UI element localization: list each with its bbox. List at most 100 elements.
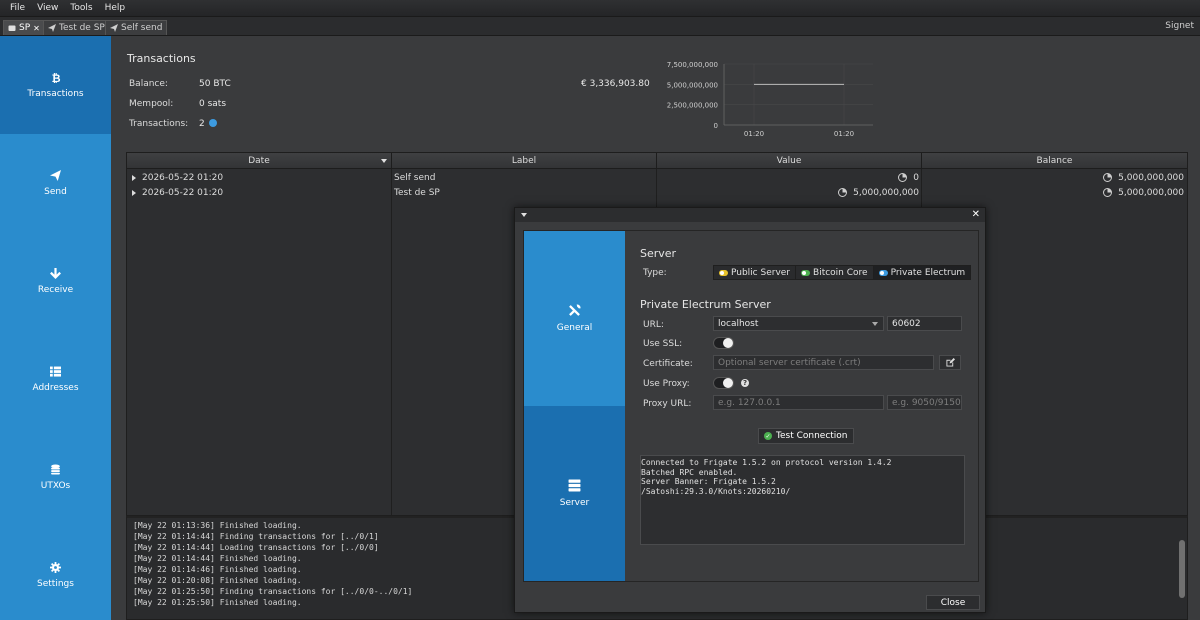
sidebar-item-settings[interactable]: Settings xyxy=(0,526,111,620)
use-proxy-toggle[interactable] xyxy=(713,377,734,389)
close-button[interactable]: Close xyxy=(926,595,980,610)
dialog-nav-general[interactable]: General xyxy=(524,231,625,406)
use-ssl-toggle[interactable] xyxy=(713,337,734,349)
send-icon xyxy=(110,24,118,32)
date-text: 2026-05-22 01:20 xyxy=(142,172,224,183)
certificate-field[interactable]: Optional server certificate (.crt) xyxy=(713,355,934,370)
date-cell: 2026-05-22 01:20 xyxy=(127,170,392,185)
dialog-nav-label: Server xyxy=(559,498,590,508)
column-header-value[interactable]: Value xyxy=(657,153,922,169)
url-value: localhost xyxy=(718,318,759,329)
transactions-count-label: Transactions: xyxy=(129,119,189,129)
column-header-label-col[interactable]: Label xyxy=(392,153,657,169)
sidebar-item-addresses[interactable]: Addresses xyxy=(0,330,111,428)
fiat-balance: € 3,336,903.80 xyxy=(581,79,650,89)
log-line: [May 22 01:14:44] Finding transactions f… xyxy=(133,532,379,541)
url-label: URL: xyxy=(643,320,664,330)
output-line: /Satoshi:29.3.0/Knots:20260210/ xyxy=(641,486,791,496)
tab-sp[interactable]: SP ✕ xyxy=(3,20,45,35)
table-row[interactable]: 2026-05-22 01:20 Self send 0 5,000,000,0… xyxy=(127,170,1187,185)
tab-label: Test de SP xyxy=(59,23,105,33)
chart-x-tick-label: 01:20 xyxy=(834,130,854,138)
log-line: [May 22 01:20:08] Finished loading. xyxy=(133,576,302,585)
list-icon xyxy=(50,366,61,377)
connection-output[interactable]: Connected to Frigate 1.5.2 on protocol v… xyxy=(640,455,965,545)
menu-tools[interactable]: Tools xyxy=(64,3,98,13)
window-menu-icon[interactable] xyxy=(521,213,527,217)
confirmation-icon xyxy=(1103,188,1113,197)
sidebar-item-transactions[interactable]: ₿ Transactions xyxy=(0,36,111,134)
sidebar-item-label: Addresses xyxy=(32,382,79,393)
log-line: [May 22 01:14:46] Finished loading. xyxy=(133,565,302,574)
menu-view[interactable]: View xyxy=(31,3,64,13)
info-icon[interactable] xyxy=(208,119,217,127)
chart-y-tick-label: 0 xyxy=(714,122,718,130)
send-icon xyxy=(50,169,61,181)
chart-y-tick-label: 7,500,000,000 xyxy=(667,61,718,69)
dialog-nav: General Server xyxy=(524,231,625,581)
tab-close-icon[interactable]: ✕ xyxy=(33,24,40,33)
url-combo[interactable]: localhost xyxy=(713,316,884,331)
sort-desc-icon xyxy=(381,159,387,163)
expand-icon[interactable] xyxy=(132,189,136,196)
page-title: Transactions xyxy=(127,52,196,65)
column-header-balance[interactable]: Balance xyxy=(922,153,1187,169)
menu-file[interactable]: File xyxy=(4,3,31,13)
tab-label: SP xyxy=(19,23,31,33)
proxy-host-field[interactable]: e.g. 127.0.0.1 xyxy=(713,395,884,410)
server-type-bitcoin-core[interactable]: Bitcoin Core xyxy=(796,266,874,279)
certificate-edit-button[interactable] xyxy=(939,355,961,370)
balance-cell: 5,000,000,000 xyxy=(922,170,1184,185)
port-field[interactable]: 60602 xyxy=(887,316,962,331)
dialog-body: General Server Server Type: Public Serve… xyxy=(523,230,979,582)
certificate-label: Certificate: xyxy=(643,359,693,369)
tab-test-de-sp[interactable]: Test de SP xyxy=(43,20,110,35)
use-proxy-label: Use Proxy: xyxy=(643,379,690,389)
dialog-nav-server[interactable]: Server xyxy=(524,406,625,581)
tab-self-send[interactable]: Self send xyxy=(105,20,168,35)
sidebar-item-receive[interactable]: Receive xyxy=(0,232,111,330)
server-type-private-electrum[interactable]: Private Electrum xyxy=(873,266,971,279)
menu-help[interactable]: Help xyxy=(99,3,132,13)
value-text: 0 xyxy=(913,172,919,183)
coins-icon xyxy=(51,463,60,475)
proxy-port-field[interactable]: e.g. 9050/9150 xyxy=(887,395,962,410)
server-heading: Server xyxy=(640,247,677,260)
help-icon[interactable]: ? xyxy=(741,379,749,387)
sidebar-item-label: Transactions xyxy=(27,88,84,99)
expand-icon[interactable] xyxy=(132,174,136,181)
sidebar-item-utxos[interactable]: UTXOs xyxy=(0,428,111,526)
private-electrum-heading: Private Electrum Server xyxy=(640,298,771,311)
log-line: [May 22 01:25:50] Finding transactions f… xyxy=(133,587,413,596)
test-connection-button[interactable]: ✓ Test Connection xyxy=(758,428,854,444)
mempool-value: 0 sats xyxy=(199,99,227,109)
sidebar-item-send[interactable]: Send xyxy=(0,134,111,232)
server-icon xyxy=(568,479,581,492)
menu-bar: File View Tools Help xyxy=(0,0,1200,17)
log-scrollbar[interactable] xyxy=(1178,520,1186,618)
type-label: Type: xyxy=(643,268,667,278)
edit-icon xyxy=(945,358,955,367)
check-icon: ✓ xyxy=(764,432,772,440)
server-type-public[interactable]: Public Server xyxy=(714,266,797,279)
chart-x-tick-label: 01:20 xyxy=(744,130,764,138)
column-header-label: Label xyxy=(511,156,537,166)
arrow-down-icon xyxy=(50,267,61,279)
log-line: [May 22 01:14:44] Loading transactions f… xyxy=(133,543,379,552)
label-cell: Test de SP xyxy=(394,187,440,198)
toggle-indicator-icon xyxy=(719,269,728,276)
column-header-date[interactable]: Date xyxy=(127,153,392,169)
dialog-close-icon[interactable]: ✕ xyxy=(972,209,980,220)
column-divider xyxy=(391,169,392,515)
server-type-selector: Public Server Bitcoin Core Private Elect… xyxy=(713,265,972,280)
date-text: 2026-05-22 01:20 xyxy=(142,187,224,198)
log-line: [May 22 01:25:50] Finished loading. xyxy=(133,598,302,607)
bitcoin-icon: ₿ xyxy=(52,72,61,83)
sidebar-item-label: Settings xyxy=(37,578,74,589)
scrollbar-thumb[interactable] xyxy=(1179,540,1185,598)
sidebar: ₿ Transactions Send Receive Addresses UT… xyxy=(0,36,111,620)
svg-text:₿: ₿ xyxy=(52,72,61,83)
test-connection-label: Test Connection xyxy=(776,431,848,441)
tools-icon xyxy=(569,304,581,316)
table-row[interactable]: 2026-05-22 01:20 Test de SP 5,000,000,00… xyxy=(127,185,1187,200)
